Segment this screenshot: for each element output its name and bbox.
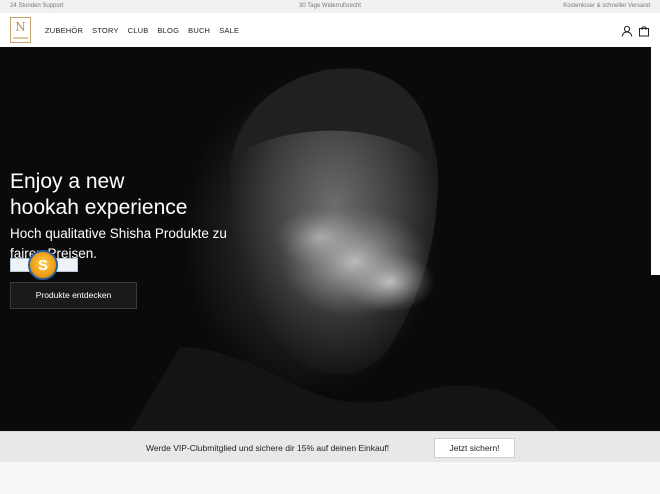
shopauskunft-seal-icon[interactable]: S: [28, 250, 58, 280]
logo-underline: [13, 37, 28, 39]
return-policy-note: 30 Tage Widerrufsrecht: [299, 3, 361, 9]
page-bottom-area: [0, 462, 660, 494]
hero-title-line-2: hookah experience: [10, 196, 188, 219]
site-header: N ZUBEHÖR STORY CLUB BLOG BUCH SALE: [0, 13, 660, 47]
seal-letter: S: [37, 256, 48, 274]
side-scrollbar[interactable]: [651, 47, 660, 275]
nav-item-zubehoer[interactable]: ZUBEHÖR: [45, 26, 83, 35]
promo-text: Werde VIP-Clubmitglied und sichere dir 1…: [146, 443, 390, 453]
main-nav: ZUBEHÖR STORY CLUB BLOG BUCH SALE: [45, 26, 248, 35]
hero-title-line-1: Enjoy a new: [10, 170, 125, 193]
nav-item-buch[interactable]: BUCH: [188, 26, 210, 35]
hero-title: Enjoy a new hookah experience: [10, 169, 187, 221]
nav-item-blog[interactable]: BLOG: [157, 26, 179, 35]
cart-icon[interactable]: [638, 24, 650, 37]
brand-logo[interactable]: N: [10, 17, 31, 43]
user-icon[interactable]: [621, 24, 633, 37]
shipping-note: Kostenloser & schneller Versand: [563, 3, 650, 9]
discover-products-button[interactable]: Produkte entdecken: [10, 282, 137, 309]
top-info-bar: 24 Stunden Support 30 Tage Widerrufsrech…: [0, 0, 660, 13]
nav-item-sale[interactable]: SALE: [219, 26, 239, 35]
nav-item-story[interactable]: STORY: [92, 26, 119, 35]
nav-item-club[interactable]: CLUB: [128, 26, 149, 35]
vip-promo-bar: Werde VIP-Clubmitglied und sichere dir 1…: [0, 431, 660, 462]
secure-now-button[interactable]: Jetzt sichern!: [434, 438, 515, 458]
logo-mark: N: [15, 20, 26, 34]
hero-banner: Enjoy a new hookah experience Hoch quali…: [0, 47, 660, 431]
